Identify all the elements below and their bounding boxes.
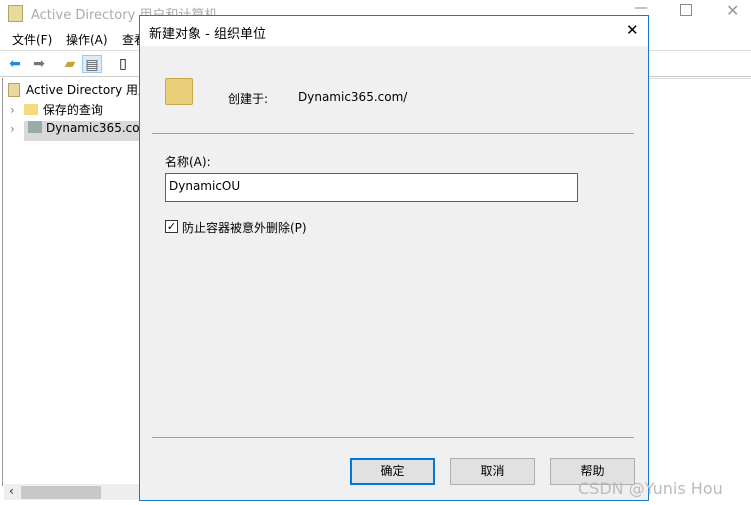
new-ou-dialog: 新建对象 - 组织单位 ✕ 创建于: Dynamic365.com/ 名称(A)… [139, 15, 649, 501]
ou-folder-icon [165, 78, 193, 105]
tree-domain[interactable]: Dynamic365.com [24, 121, 141, 141]
horizontal-scrollbar[interactable]: ‹ [4, 484, 139, 500]
protect-checkbox[interactable]: ✓ [165, 220, 178, 233]
ok-button[interactable]: 确定 [350, 458, 435, 485]
domain-icon [28, 121, 42, 133]
created-in-value: Dynamic365.com/ [298, 90, 408, 104]
tree-item-label: 保存的查询 [42, 103, 103, 117]
scroll-thumb[interactable] [21, 486, 101, 499]
tree-root[interactable]: Active Directory 用户和计算机 [3, 81, 141, 101]
dialog-close-icon[interactable]: ✕ [626, 21, 639, 39]
cancel-button[interactable]: 取消 [450, 458, 535, 485]
maximize-icon[interactable] [680, 4, 692, 16]
created-in-label: 创建于: [228, 92, 269, 106]
tree-item-label: Dynamic365.com [46, 121, 141, 135]
menu-action[interactable]: 操作(A) [66, 31, 108, 48]
separator [152, 437, 634, 438]
protect-label[interactable]: 防止容器被意外删除(P) [182, 219, 307, 236]
ad-icon [8, 83, 20, 97]
tree-pane: Active Directory 用户和计算机 › 保存的查询 Dynamic36… [2, 78, 142, 486]
clipboard-icon[interactable]: ▯ [113, 55, 133, 73]
watermark: CSDN @Yunis Hou [578, 479, 723, 498]
menu-file[interactable]: 文件(F) [12, 31, 52, 48]
app-icon [8, 5, 23, 22]
up-folder-icon[interactable]: ▰ [60, 55, 80, 73]
separator [152, 133, 634, 134]
minimize-icon[interactable]: — [634, 0, 648, 16]
details-pane [648, 78, 751, 486]
tree-saved-queries[interactable]: › 保存的查询 [3, 101, 141, 121]
expand-icon[interactable]: › [10, 103, 15, 117]
expand-icon[interactable]: › [10, 122, 15, 136]
back-icon[interactable]: ⬅ [5, 55, 25, 73]
name-input[interactable]: DynamicOU [165, 173, 578, 202]
scroll-left-icon[interactable]: ‹ [9, 484, 14, 498]
dialog-title-bar: 新建对象 - 组织单位 ✕ [140, 16, 648, 46]
dialog-title: 新建对象 - 组织单位 [149, 27, 266, 42]
close-main-icon[interactable]: ✕ [726, 1, 739, 20]
tree-root-label: Active Directory 用户和计算机 [26, 83, 141, 97]
show-tree-icon[interactable]: ▤ [82, 55, 102, 73]
folder-icon [23, 104, 38, 115]
forward-icon[interactable]: ➡ [29, 55, 49, 73]
name-label: 名称(A): [165, 155, 211, 169]
